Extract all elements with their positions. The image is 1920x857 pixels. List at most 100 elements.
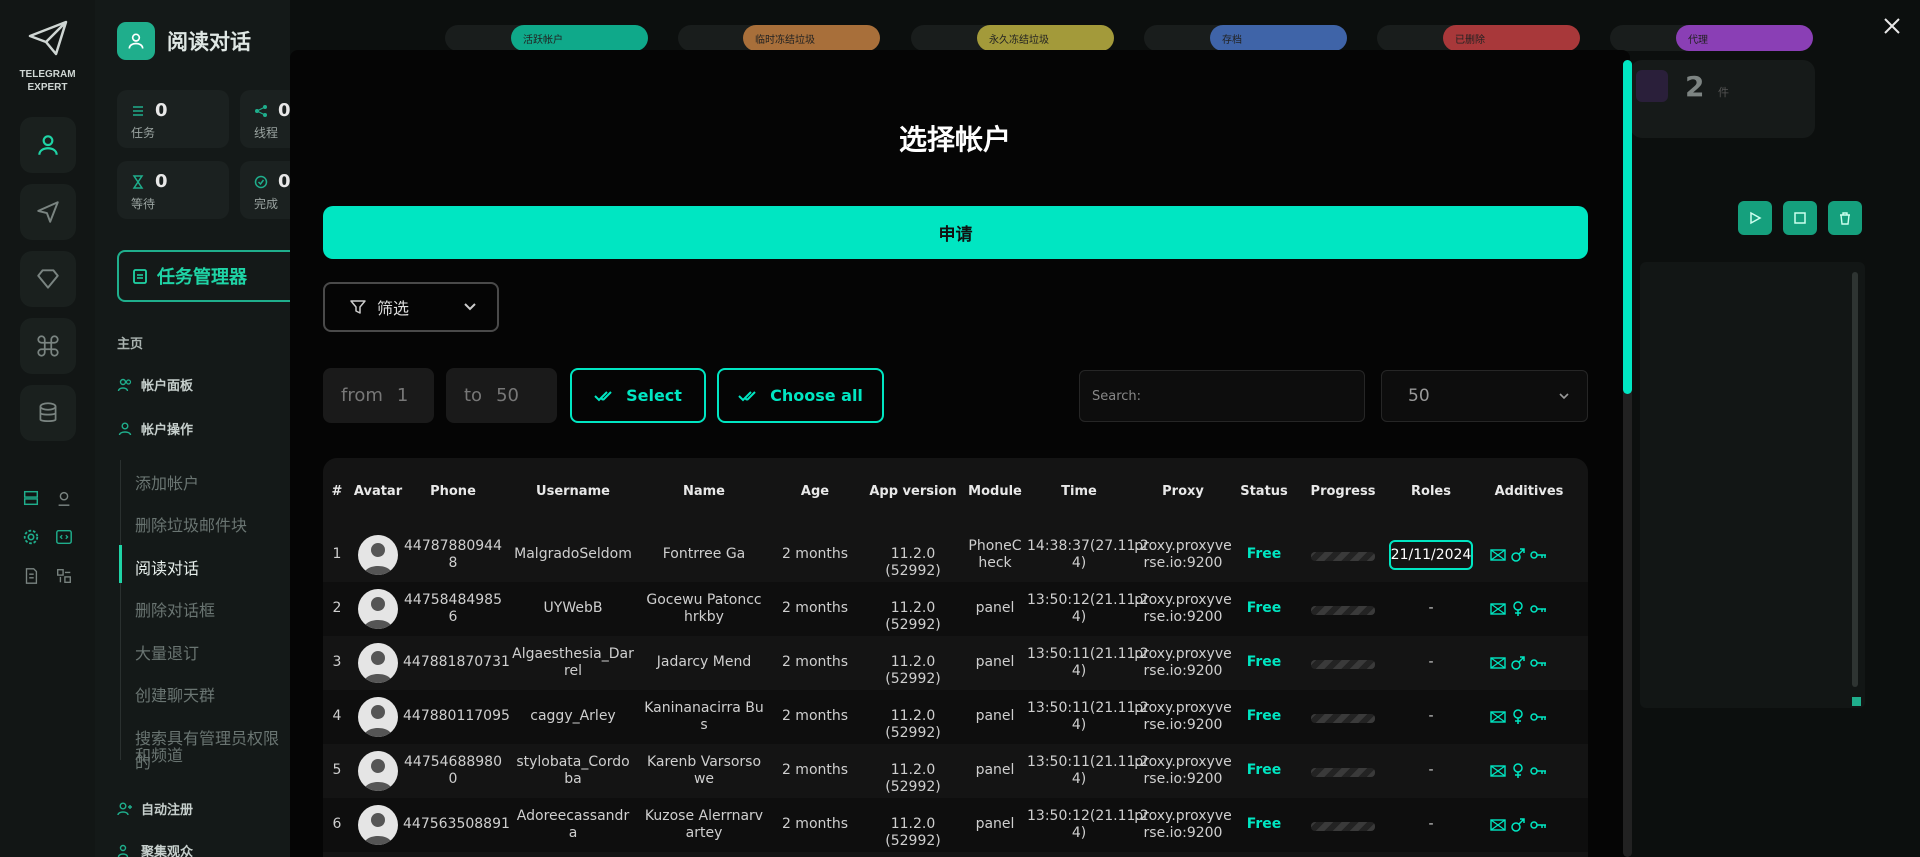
- module-cell-line: panel: [975, 762, 1015, 778]
- sidebar-item-label: 帐户操作: [141, 423, 194, 438]
- phone-cell-line: 0: [448, 771, 458, 787]
- proxy-cell-line: rse.io:9200: [1143, 609, 1223, 625]
- apply-button[interactable]: 申请: [323, 206, 1588, 259]
- table-row[interactable]: 5 44754688980 0 stylobata_Cordo ba Karenb Var…: [323, 744, 1588, 798]
- table-row[interactable]: 4 447880117095 caggy_Arley Kaninanacirra Bu…: [323, 690, 1588, 744]
- rail-command-button[interactable]: [20, 318, 76, 374]
- table-row[interactable]: 3 447881870731 Algaesthesia_Dar rel Jadarcy …: [323, 636, 1588, 690]
- avatar: [358, 535, 398, 575]
- submenu-read-dialogs[interactable]: 阅读对话: [135, 555, 199, 579]
- row-index: 3: [332, 654, 342, 670]
- range-to-input[interactable]: to 50: [446, 368, 557, 423]
- bg-tab-active[interactable]: 活跃帐户: [511, 25, 648, 51]
- search-input[interactable]: Search:: [1079, 370, 1365, 422]
- col-username[interactable]: Username: [508, 484, 638, 499]
- select-button[interactable]: Select: [570, 368, 706, 423]
- bg-resize-handle[interactable]: [1852, 697, 1861, 706]
- bg-scrollbar[interactable]: [1852, 272, 1858, 687]
- bg-tab-perm-frozen[interactable]: 永久冻结垃圾: [977, 25, 1114, 51]
- bg-tab-deleted[interactable]: 已删除: [1443, 25, 1580, 51]
- key-icon: [1530, 713, 1546, 721]
- time-cell-line: 13:50:11(21.11.2: [1027, 754, 1149, 770]
- col-age[interactable]: Age: [769, 484, 861, 499]
- sidebar-item-account-ops[interactable]: 帐户操作: [117, 419, 193, 438]
- stat-tasks: 0 任务: [117, 90, 229, 148]
- module-cell-line: panel: [975, 654, 1015, 670]
- col-app-version[interactable]: App version: [863, 484, 963, 499]
- rail-send-button[interactable]: [20, 184, 76, 240]
- time-cell-line: 4): [1071, 771, 1087, 787]
- bg-stop-button[interactable]: [1783, 201, 1817, 235]
- col-module[interactable]: Module: [963, 484, 1027, 499]
- sidebar-item-account-panel[interactable]: 帐户面板: [117, 375, 193, 394]
- col-index[interactable]: #: [331, 484, 343, 499]
- submenu-remove-spamblock[interactable]: 删除垃圾邮件块: [135, 512, 247, 536]
- col-progress[interactable]: Progress: [1293, 484, 1393, 499]
- time-cell: 13:50:11(21.11.2 4): [1027, 646, 1149, 680]
- phone-cell-line: 447880117095: [403, 708, 510, 724]
- bg-tab-proxy[interactable]: 代理: [1676, 25, 1813, 51]
- phone-cell-line: 44758484985: [404, 592, 502, 608]
- share-icon: [255, 105, 267, 117]
- proxy-cell-line: proxy.proxyve: [1134, 538, 1232, 554]
- phone-cell-line: 44787880944: [404, 538, 502, 554]
- bg-tab-archive[interactable]: 存档: [1210, 25, 1347, 51]
- rail-tool-6[interactable]: [53, 565, 75, 587]
- col-avatar[interactable]: Avatar: [348, 484, 408, 499]
- username-cell: caggy_Arley: [508, 708, 638, 725]
- submenu-mass-unsubscribe[interactable]: 大量退订: [135, 640, 199, 664]
- module-cell: panel: [963, 708, 1027, 725]
- col-name[interactable]: Name: [641, 484, 767, 499]
- submenu-delete-dialogs[interactable]: 删除对话框: [135, 597, 215, 621]
- bg-tab-temp-frozen[interactable]: 临时冻结垃圾: [743, 25, 880, 51]
- rail-accounts-button[interactable]: [20, 117, 76, 173]
- time-cell-line: 4): [1071, 609, 1087, 625]
- role-cell: -: [1428, 708, 1434, 724]
- col-proxy[interactable]: Proxy: [1131, 484, 1235, 499]
- col-phone[interactable]: Phone: [403, 484, 503, 499]
- rail-tool-1[interactable]: [20, 487, 42, 509]
- modal-scrollbar-thumb[interactable]: [1623, 60, 1632, 394]
- user-icon: [118, 422, 132, 435]
- bg-play-button[interactable]: [1738, 201, 1772, 235]
- rail-tool-2[interactable]: [53, 487, 75, 509]
- phone-cell-line: 447881870731: [403, 654, 510, 670]
- table-row[interactable]: 1 44787880944 8 MalgradoSeldom Fontrree Ga 2 …: [323, 528, 1588, 582]
- close-button[interactable]: [1874, 4, 1910, 48]
- sidebar-item-autoreg[interactable]: 自动注册: [117, 799, 193, 818]
- table-row[interactable]: 2 44758484985 6 UYWebB Gocewu Patoncc hrkby 2 …: [323, 582, 1588, 636]
- phone-cell-line: 447563508891: [403, 816, 510, 832]
- rail-tool-5[interactable]: [20, 565, 42, 587]
- proxy-cell-line: proxy.proxyve: [1134, 646, 1232, 662]
- sidebar-item-audience[interactable]: 聚集观众: [117, 841, 193, 857]
- submenu-create-chat[interactable]: 创建聊天群: [135, 682, 215, 706]
- rail-database-button[interactable]: [20, 385, 76, 441]
- range-from-input[interactable]: from 1: [323, 368, 434, 423]
- avatar-placeholder-icon: [364, 759, 392, 791]
- proxy-cell-line: proxy.proxyve: [1134, 754, 1232, 770]
- per-page-select[interactable]: 50: [1381, 370, 1588, 422]
- rail-tool-3[interactable]: [20, 526, 42, 548]
- col-roles[interactable]: Roles: [1389, 484, 1473, 499]
- task-manager-button[interactable]: 任务管理器: [117, 250, 290, 302]
- col-additives[interactable]: Additives: [1479, 484, 1579, 499]
- female-icon: [1513, 601, 1523, 616]
- filter-dropdown[interactable]: 筛选: [323, 282, 499, 332]
- col-status[interactable]: Status: [1235, 484, 1293, 499]
- submenu-add-account[interactable]: 添加帐户: [135, 470, 199, 494]
- age-cell: 2 months: [781, 600, 849, 616]
- table-row[interactable]: 6 447563508891 Adoreecassandr a Kuzose Alerr…: [323, 798, 1588, 852]
- submenu-search-admin-2[interactable]: 和频道: [135, 742, 183, 766]
- rail-diamond-button[interactable]: [20, 251, 76, 307]
- double-check-icon: [594, 390, 612, 401]
- bg-delete-button[interactable]: [1828, 201, 1862, 235]
- progress-bar: [1311, 768, 1375, 777]
- user-avatar-icon: [117, 22, 155, 60]
- age-cell: 2 months: [781, 816, 849, 832]
- choose-all-button[interactable]: Choose all: [717, 368, 884, 423]
- user-pin-icon: [58, 491, 70, 506]
- role-date-badge[interactable]: 21/11/2024: [1389, 540, 1473, 570]
- username-cell: stylobata_Cordo ba: [508, 754, 638, 788]
- col-time[interactable]: Time: [1027, 484, 1131, 499]
- rail-tool-4[interactable]: [53, 526, 75, 548]
